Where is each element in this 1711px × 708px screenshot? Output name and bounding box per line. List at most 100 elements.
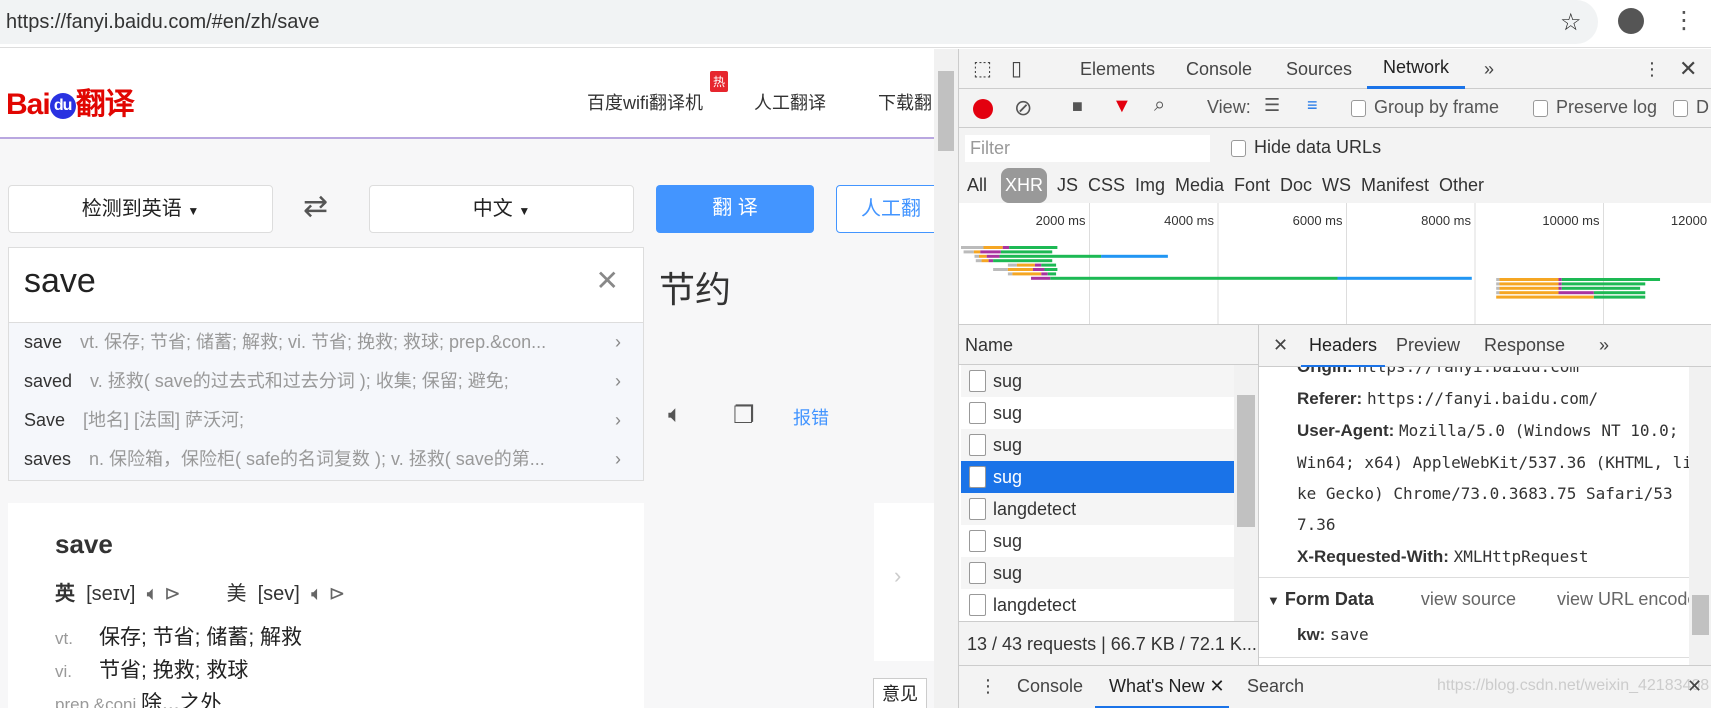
request-row[interactable]: sug [961,525,1234,557]
menu-dots-icon[interactable]: ⋮ [1672,6,1696,35]
target-language-select[interactable]: 中文 ▼ [369,185,634,233]
request-row[interactable]: langdetect [961,589,1234,621]
waterfall-segment [1000,250,1053,254]
uk-speaker-icon[interactable]: 🔈︎ [141,583,164,605]
chevron-right-icon[interactable]: › [894,563,901,589]
nav-human-translation[interactable]: 人工翻译 [754,89,826,115]
waterfall-segment [1031,276,1051,280]
suggestion-item[interactable]: saved v. 拯救( save的过去式和过去分词 ); 收集; 保留; 避免;… [9,362,643,401]
page-scrollbar[interactable] [934,49,958,708]
us-play-icon[interactable]: ⊳ [329,583,346,605]
more-tabs-icon[interactable]: » [1484,49,1494,89]
waterfall-segment [1041,263,1057,267]
filter-type-manifest[interactable]: Manifest [1361,168,1429,203]
tab-elements[interactable]: Elements [1080,49,1155,89]
source-language-select[interactable]: 检测到英语 ▼ [8,185,273,233]
waterfall-segment [1034,263,1042,267]
close-devtools-icon[interactable]: ✕ [1679,49,1697,89]
view-url-encoded-link[interactable]: view URL encoded [1557,589,1689,609]
request-list: sug sug sug sug langdetect sug sug langdetect [959,365,1259,621]
filter-icon[interactable]: ▼ [1112,95,1132,118]
group-by-frame-checkbox[interactable]: Group by frame [1351,97,1499,118]
request-row[interactable]: sug [961,557,1234,589]
address-bar-area: https://fanyi.baidu.com/#en/zh/save ☆ ⋮ [0,0,1711,48]
more-detail-tabs-icon[interactable]: » [1599,325,1609,365]
uk-play-icon[interactable]: ⊳ [164,583,181,605]
url-field[interactable]: https://fanyi.baidu.com/#en/zh/save [0,0,1598,44]
report-error-link[interactable]: 报错 [793,404,829,430]
scrollbar-thumb[interactable] [938,71,954,151]
tab-response[interactable]: Response [1484,325,1565,365]
suggestion-item[interactable]: save vt. 保存; 节省; 储蓄; 解救; vi. 节省; 挽救; 救球; … [9,323,643,362]
filter-type-css[interactable]: CSS [1088,168,1125,203]
request-name: langdetect [993,595,1077,615]
nav-download[interactable]: 下载翻 [878,89,932,115]
tab-console[interactable]: Console [1186,49,1252,89]
resource-type-filters: All XHR JS CSS Img Media Font Doc WS Manifest Othe… [959,168,1711,203]
devtools-menu-icon[interactable]: ⋮ [1643,49,1661,89]
speaker-icon[interactable]: 🔈︎ [668,401,682,429]
waterfall-overview-icon[interactable]: ≡ [1307,95,1318,116]
tab-network[interactable]: Network [1367,49,1466,89]
filter-type-img[interactable]: Img [1135,168,1165,203]
us-speaker-icon[interactable]: 🔈︎ [305,583,328,605]
filter-type-font[interactable]: Font [1234,168,1270,203]
clear-icon[interactable]: ⊘ [1014,95,1032,121]
feedback-button[interactable]: 意见 [873,678,927,708]
filter-type-ws[interactable]: WS [1322,168,1351,203]
filter-type-other[interactable]: Other [1439,168,1484,203]
source-text-input[interactable]: save ✕ [8,247,644,323]
translate-button[interactable]: 翻 译 [656,185,814,233]
filter-type-xhr[interactable]: XHR [1001,168,1048,203]
suggestion-item[interactable]: Save [地名] [法国] 萨沃河; › [9,401,643,440]
star-icon[interactable]: ☆ [1560,8,1582,37]
request-row[interactable]: sug [961,397,1234,429]
request-row[interactable]: sug [961,429,1234,461]
form-data-section[interactable]: ▼ Form Data view source view URL encoded [1267,589,1689,610]
disable-cache-checkbox[interactable]: D [1673,97,1709,118]
input-text: save [24,262,96,300]
suggestion-definition: [地名] [法国] 萨沃河; [83,410,245,430]
search-icon[interactable]: ⌕ [1154,94,1165,117]
human-translate-button[interactable]: 人工翻 [836,185,934,233]
hide-data-urls-checkbox[interactable]: Hide data URLs [1231,137,1381,158]
request-list-scrollbar[interactable] [1234,365,1258,621]
copy-icon[interactable]: ❐ [733,401,755,430]
request-row[interactable]: sug [961,461,1234,493]
inspect-element-icon[interactable]: ⬚ [973,49,992,89]
account-icon[interactable] [1618,8,1644,34]
drawer-tab-search[interactable]: Search [1247,666,1304,706]
large-rows-icon[interactable]: ☰ [1264,95,1280,116]
filter-type-media[interactable]: Media [1175,168,1224,203]
headers-scrollbar[interactable] [1689,367,1711,665]
screenshot-camera-icon[interactable]: ■ [1072,96,1083,117]
tab-preview[interactable]: Preview [1396,325,1460,365]
record-icon[interactable] [973,99,993,119]
request-row[interactable]: langdetect [961,493,1234,525]
drawer-tab-console[interactable]: Console [1017,666,1083,706]
device-toolbar-icon[interactable]: ▯ [1011,49,1022,89]
request-row[interactable]: sug [961,365,1234,397]
waterfall-segment [1032,268,1045,271]
suggestion-item[interactable]: saves n. 保险箱，保险柜( safe的名词复数 ); v. 拯救( sav… [9,440,643,479]
clear-icon[interactable]: ✕ [596,264,619,297]
drawer-menu-icon[interactable]: ⋮ [979,666,997,706]
view-source-link[interactable]: view source [1421,589,1516,609]
tab-sources[interactable]: Sources [1286,49,1352,89]
name-column-header[interactable]: Name [959,325,1259,365]
swap-languages-icon[interactable]: ⇄ [303,189,328,224]
close-tab-icon[interactable]: ✕ [1209,676,1224,696]
baidu-fanyi-logo[interactable]: Bai du 翻译 [6,79,135,123]
preserve-log-checkbox[interactable]: Preserve log [1533,97,1657,118]
tab-headers[interactable]: Headers [1301,325,1386,368]
close-drawer-icon[interactable]: ✕ [1687,666,1702,706]
filter-type-js[interactable]: JS [1057,168,1078,203]
timeline-tick-label: 6000 ms [1293,213,1343,228]
filter-type-all[interactable]: All [967,168,987,203]
nav-wifi-translator[interactable]: 百度wifi翻译机 [587,89,703,115]
waterfall-segment [1561,286,1641,290]
drawer-tab-whats-new[interactable]: What's New ✕ [1095,666,1229,708]
filter-type-doc[interactable]: Doc [1280,168,1312,203]
close-detail-icon[interactable]: ✕ [1273,325,1288,365]
filter-input[interactable]: Filter [965,135,1210,162]
